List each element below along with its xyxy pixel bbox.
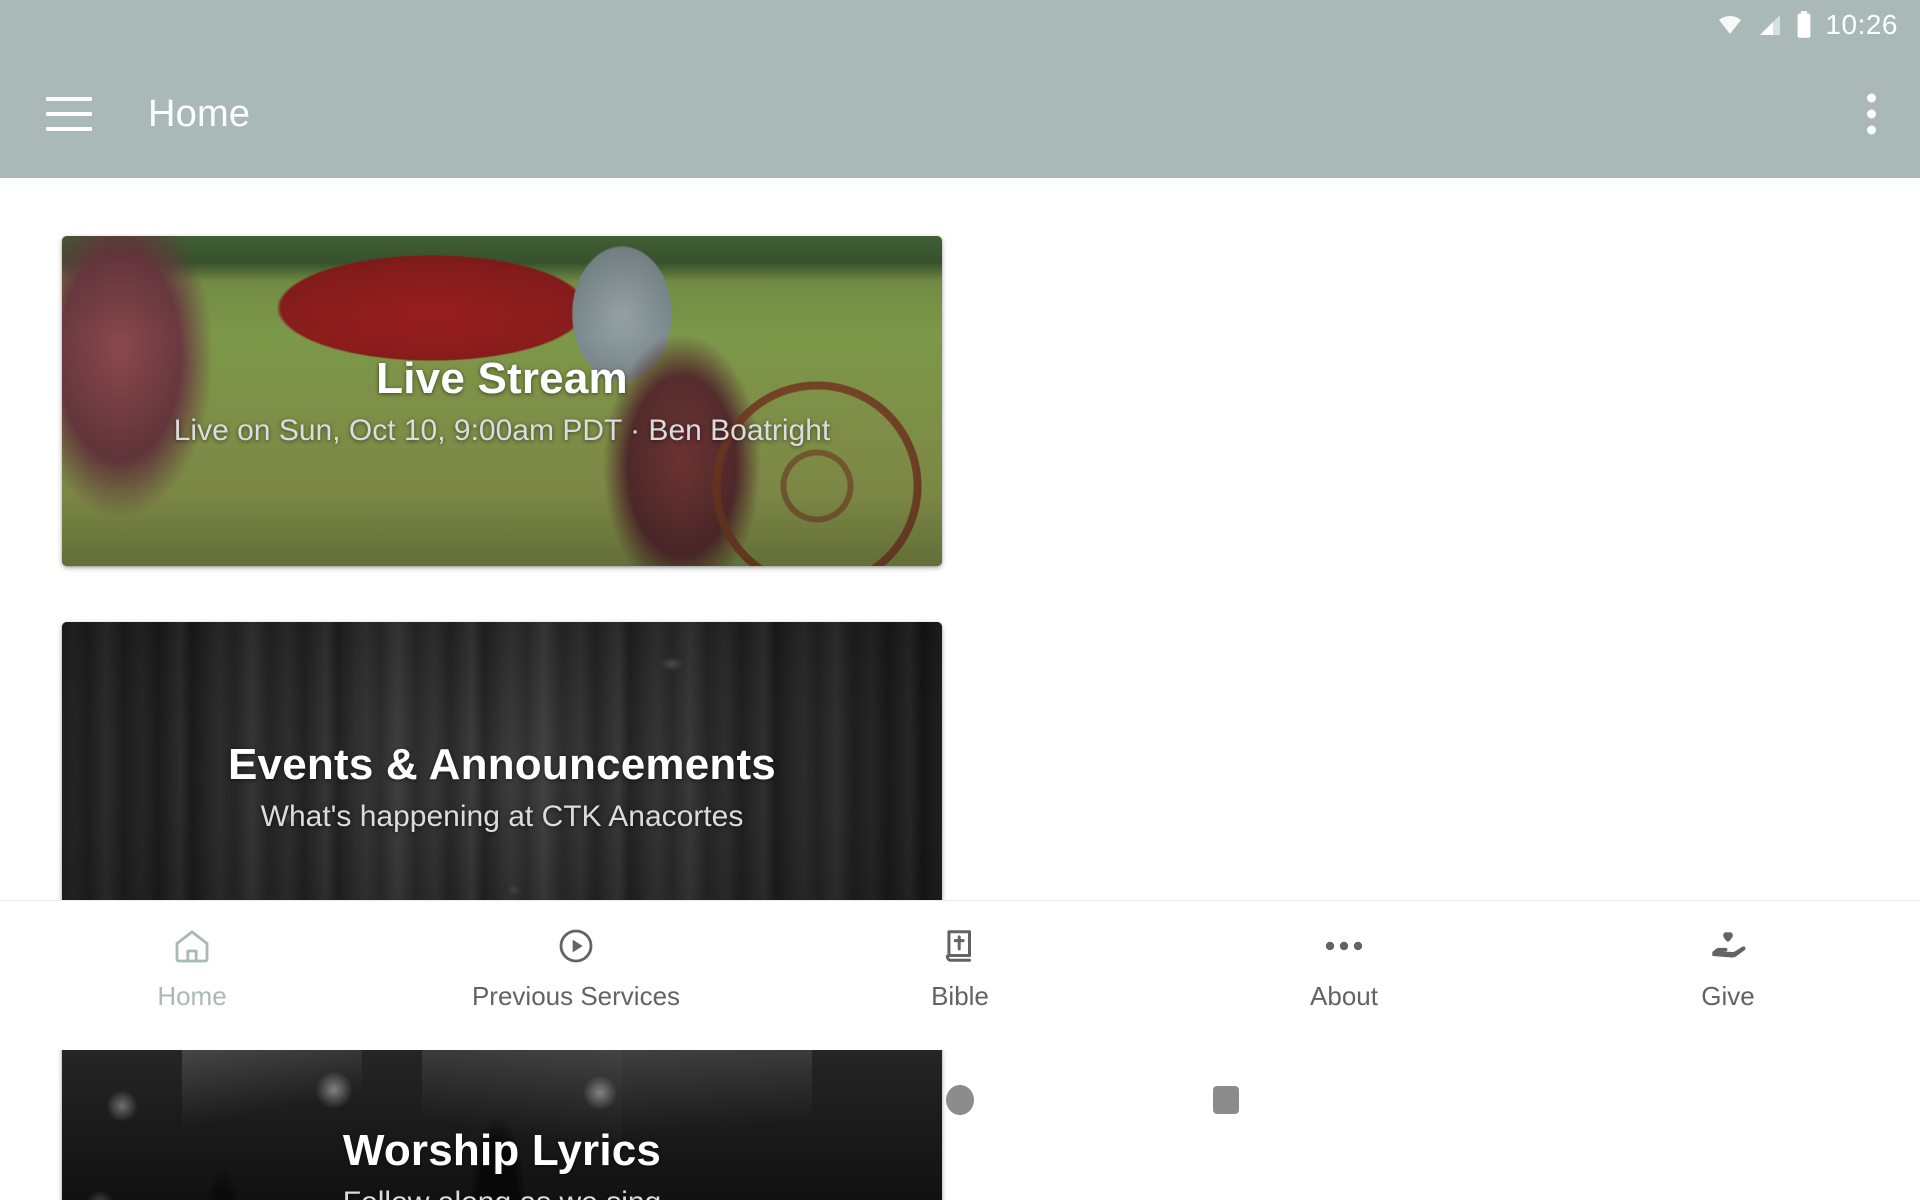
nav-label-home: Home [157,981,227,1011]
card-grid: Live Stream Live on Sun, Oct 10, 9:00am … [62,236,1858,1200]
nav-label-previous-services: Previous Services [471,981,681,1011]
live-stream-title: Live Stream [376,354,628,403]
nav-item-about[interactable]: About [1152,925,1536,1012]
hamburger-menu-icon[interactable] [46,97,92,131]
cell-signal-icon [1757,13,1783,37]
overflow-menu-icon[interactable] [1857,84,1886,145]
battery-icon [1795,11,1813,39]
card-live-stream[interactable]: Live Stream Live on Sun, Oct 10, 9:00am … [62,236,942,566]
ellipsis-icon [1322,925,1366,967]
app-bar: Home [0,50,1920,178]
page-title: Home [148,92,251,135]
live-stream-subtitle: Live on Sun, Oct 10, 9:00am PDT · Ben Bo… [173,414,831,447]
wifi-icon [1715,13,1745,37]
nav-label-about: About [1310,981,1378,1011]
home-icon [172,925,212,967]
nav-label-bible: Bible [931,981,989,1011]
worship-lyrics-subtitle: Follow along as we sing [343,1186,662,1200]
play-circle-icon [556,925,596,967]
status-clock: 10:26 [1825,9,1898,40]
live-stream-overlay: Live Stream Live on Sun, Oct 10, 9:00am … [62,236,942,566]
bible-book-icon [941,925,979,967]
nav-item-home[interactable]: Home [0,925,384,1012]
events-title: Events & Announcements [228,740,776,789]
main-content: Live Stream Live on Sun, Oct 10, 9:00am … [0,178,1920,1200]
nav-item-previous-services[interactable]: Previous Services [384,925,768,1012]
events-subtitle: What's happening at CTK Anacortes [260,800,744,833]
worship-lyrics-title: Worship Lyrics [342,1126,662,1175]
hand-heart-icon [1707,925,1749,967]
bottom-navigation: Home Previous Services Bible About Give [0,900,1920,1050]
nav-label-give: Give [1701,981,1755,1011]
status-bar: 10:26 [0,0,1920,50]
nav-item-bible[interactable]: Bible [768,925,1152,1012]
nav-item-give[interactable]: Give [1536,925,1920,1012]
